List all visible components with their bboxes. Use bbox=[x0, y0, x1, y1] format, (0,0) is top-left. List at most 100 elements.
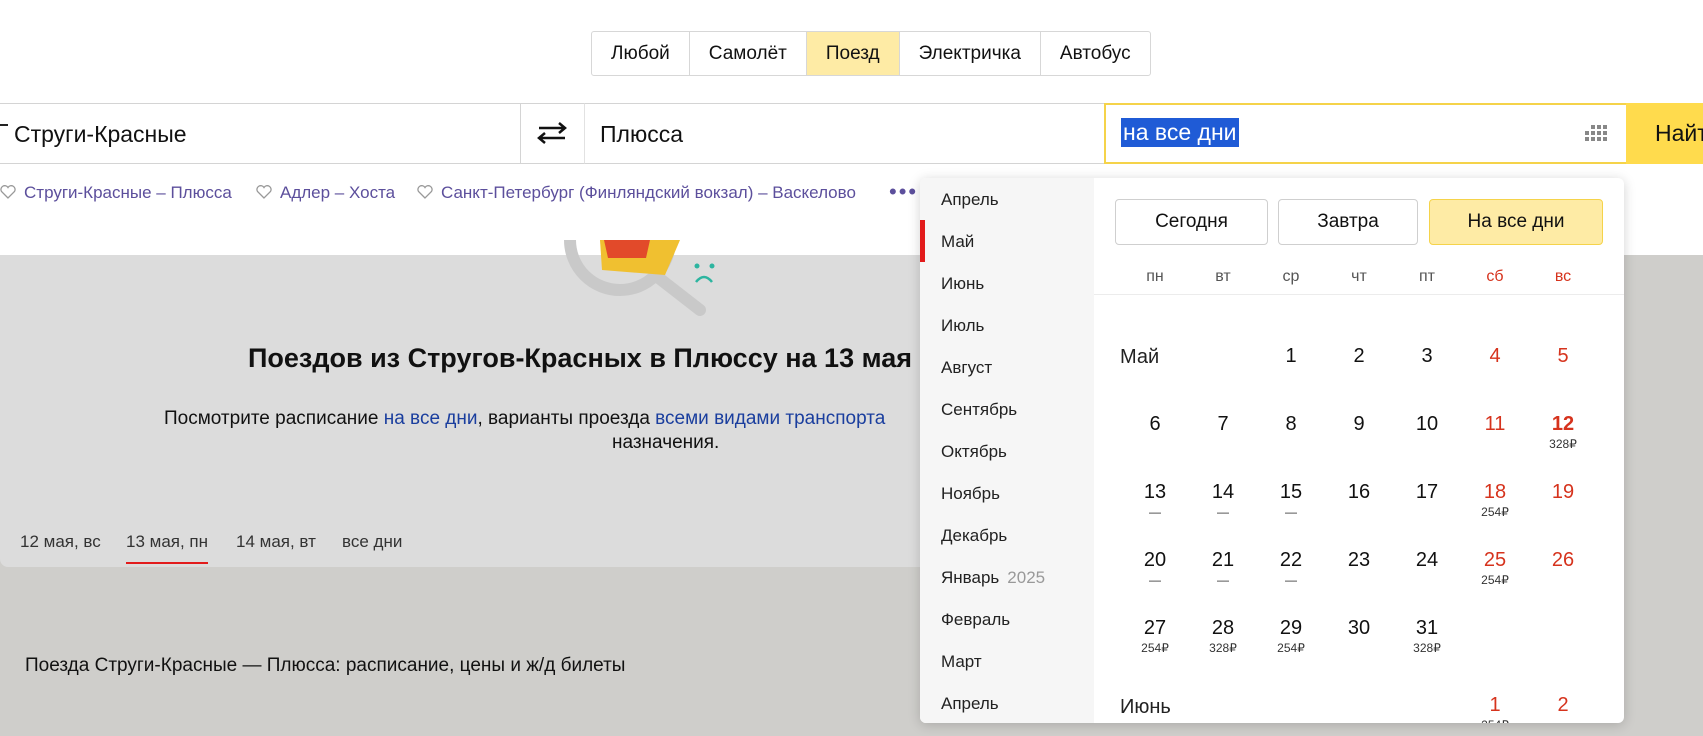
calendar-day-price: 254₽ bbox=[1481, 505, 1509, 519]
from-field[interactable]: Струги-Красные bbox=[0, 103, 521, 164]
calendar-day-number: 1 bbox=[1285, 345, 1297, 367]
calendar-day[interactable]: 6 bbox=[1125, 413, 1185, 436]
tab-13-may[interactable]: 13 мая, пн bbox=[126, 532, 209, 564]
mode-train[interactable]: Поезд bbox=[806, 32, 900, 75]
calendar-day-number: 2 bbox=[1557, 694, 1569, 716]
calendar-day[interactable]: 13 — bbox=[1125, 481, 1185, 519]
calendar-day[interactable]: 12 328₽ bbox=[1533, 413, 1593, 451]
favorite-route[interactable]: Санкт-Петербург (Финляндский вокзал) – В… bbox=[417, 183, 856, 203]
today-button[interactable]: Сегодня bbox=[1115, 199, 1268, 245]
calendar-day-price: — bbox=[1149, 505, 1161, 519]
calendar-day-number: 31 bbox=[1415, 617, 1439, 639]
swap-icon bbox=[537, 122, 567, 144]
calendar-day-number: 13 bbox=[1143, 481, 1167, 503]
month-item[interactable]: Апрель bbox=[941, 694, 999, 714]
month-item[interactable]: Март bbox=[941, 652, 982, 672]
mode-bus[interactable]: Автобус bbox=[1041, 32, 1150, 75]
calendar-day-number: 22 bbox=[1279, 549, 1303, 571]
result-text: , варианты проезда bbox=[477, 408, 656, 429]
weekday-label: пт bbox=[1419, 268, 1435, 285]
calendar-day[interactable]: 2 bbox=[1329, 345, 1389, 368]
mode-any[interactable]: Любой bbox=[592, 32, 690, 75]
tab-14-may[interactable]: 14 мая, вт bbox=[236, 532, 316, 552]
month-item[interactable]: Декабрь bbox=[941, 526, 1007, 546]
month-item[interactable]: Сентябрь bbox=[941, 400, 1017, 420]
calendar-day[interactable]: 1 bbox=[1261, 345, 1321, 368]
calendar-day[interactable]: 21 — bbox=[1193, 549, 1253, 587]
calendar-day-price: — bbox=[1285, 573, 1297, 587]
swap-button[interactable] bbox=[521, 103, 584, 164]
calendar-day[interactable]: 28 328₽ bbox=[1193, 617, 1253, 655]
weekday-label: вс bbox=[1554, 268, 1572, 285]
heart-icon[interactable] bbox=[256, 185, 272, 199]
calendar-day-number: 7 bbox=[1217, 413, 1229, 435]
calendar-day[interactable]: 2 bbox=[1533, 694, 1593, 717]
calendar-day[interactable]: 30 bbox=[1329, 617, 1389, 640]
calendar-day[interactable]: 23 bbox=[1329, 549, 1389, 572]
mode-plane[interactable]: Самолёт bbox=[690, 32, 807, 75]
calendar-day[interactable]: 14 — bbox=[1193, 481, 1253, 519]
more-favorites-button[interactable]: ••• bbox=[889, 179, 918, 205]
calendar-day-price: 328₽ bbox=[1549, 437, 1577, 451]
month-item[interactable]: Апрель bbox=[941, 190, 999, 210]
month-item[interactable]: Ноябрь bbox=[941, 484, 1000, 504]
favorite-route[interactable]: Адлер – Хоста bbox=[256, 183, 395, 203]
month-item-label: Январь bbox=[941, 568, 1000, 587]
calendar-day[interactable]: 7 bbox=[1193, 413, 1253, 436]
heart-icon[interactable] bbox=[417, 185, 433, 199]
calendar-day[interactable]: 25 254₽ bbox=[1465, 549, 1525, 587]
find-button[interactable]: Найти bbox=[1626, 103, 1703, 164]
calendar-day[interactable]: 1 254₽ bbox=[1465, 694, 1525, 723]
calendar-day[interactable]: 26 bbox=[1533, 549, 1593, 572]
empty-search-illustration bbox=[564, 240, 715, 316]
calendar-day[interactable]: 27 254₽ bbox=[1125, 617, 1185, 655]
calendar-day[interactable]: 22 — bbox=[1261, 549, 1321, 587]
transport-mode-switch: Любой Самолёт Поезд Электричка Автобус bbox=[591, 31, 1151, 76]
calendar-day[interactable]: 16 bbox=[1329, 481, 1389, 504]
month-item[interactable]: Июнь bbox=[941, 274, 984, 294]
tomorrow-button[interactable]: Завтра bbox=[1278, 199, 1418, 245]
month-list: Апрель Май Июнь Июль Август Сентябрь Окт… bbox=[920, 178, 1094, 723]
month-item[interactable]: Июль bbox=[941, 316, 984, 336]
to-field[interactable]: Плюсса bbox=[584, 103, 1106, 164]
calendar-day[interactable]: 24 bbox=[1397, 549, 1457, 572]
calendar-day[interactable]: 20 — bbox=[1125, 549, 1185, 587]
calendar-day[interactable]: 3 bbox=[1397, 345, 1457, 368]
favorite-route-label: Санкт-Петербург (Финляндский вокзал) – В… bbox=[441, 183, 856, 202]
calendar-day[interactable]: 8 bbox=[1261, 413, 1321, 436]
month-item[interactable]: Август bbox=[941, 358, 992, 378]
calendar-day[interactable]: 17 bbox=[1397, 481, 1457, 504]
calendar-grid-icon[interactable] bbox=[1582, 125, 1608, 145]
calendar-day[interactable]: 4 bbox=[1465, 345, 1525, 368]
calendar-day[interactable]: 9 bbox=[1329, 413, 1389, 436]
calendar-day[interactable]: 10 bbox=[1397, 413, 1457, 436]
month-item[interactable]: Январь 2025 bbox=[941, 568, 1045, 588]
result-message-tail: назначения. bbox=[612, 432, 720, 453]
result-heading-text: Поездов из Стругов-Красных в Плюссу на 1… bbox=[248, 343, 912, 373]
month-item[interactable]: Февраль bbox=[941, 610, 1010, 630]
date-field[interactable]: на все дни bbox=[1104, 103, 1628, 164]
heart-icon[interactable] bbox=[0, 185, 16, 199]
tab-12-may[interactable]: 12 мая, вс bbox=[20, 532, 101, 552]
calendar-day[interactable]: 15 — bbox=[1261, 481, 1321, 519]
mode-suburban[interactable]: Электричка bbox=[900, 32, 1041, 75]
calendar-day[interactable]: 19 bbox=[1533, 481, 1593, 504]
month-item-active[interactable]: Май bbox=[941, 232, 974, 252]
calendar-day[interactable]: 18 254₽ bbox=[1465, 481, 1525, 519]
calendar-day[interactable]: 29 254₽ bbox=[1261, 617, 1321, 655]
all-transport-link[interactable]: всеми видами транспорта bbox=[655, 408, 885, 429]
find-label: Найти bbox=[1655, 120, 1703, 146]
tab-all-days[interactable]: все дни bbox=[342, 532, 402, 552]
calendar-day[interactable]: 11 bbox=[1465, 413, 1525, 436]
all-days-button[interactable]: На все дни bbox=[1429, 199, 1603, 245]
all-days-link[interactable]: на все дни bbox=[384, 408, 478, 429]
weekday-label: вт bbox=[1215, 268, 1231, 285]
favorite-route-label: Струги-Красные – Плюсса bbox=[24, 183, 232, 202]
calendar-day-number: 15 bbox=[1279, 481, 1303, 503]
month-item[interactable]: Октябрь bbox=[941, 442, 1007, 462]
calendar-day-number: 1 bbox=[1489, 694, 1501, 716]
calendar-day[interactable]: 5 bbox=[1533, 345, 1593, 368]
calendar-day[interactable]: 31 328₽ bbox=[1397, 617, 1457, 655]
favorite-route[interactable]: Струги-Красные – Плюсса bbox=[0, 183, 232, 203]
calendar-day-number: 6 bbox=[1149, 413, 1161, 435]
